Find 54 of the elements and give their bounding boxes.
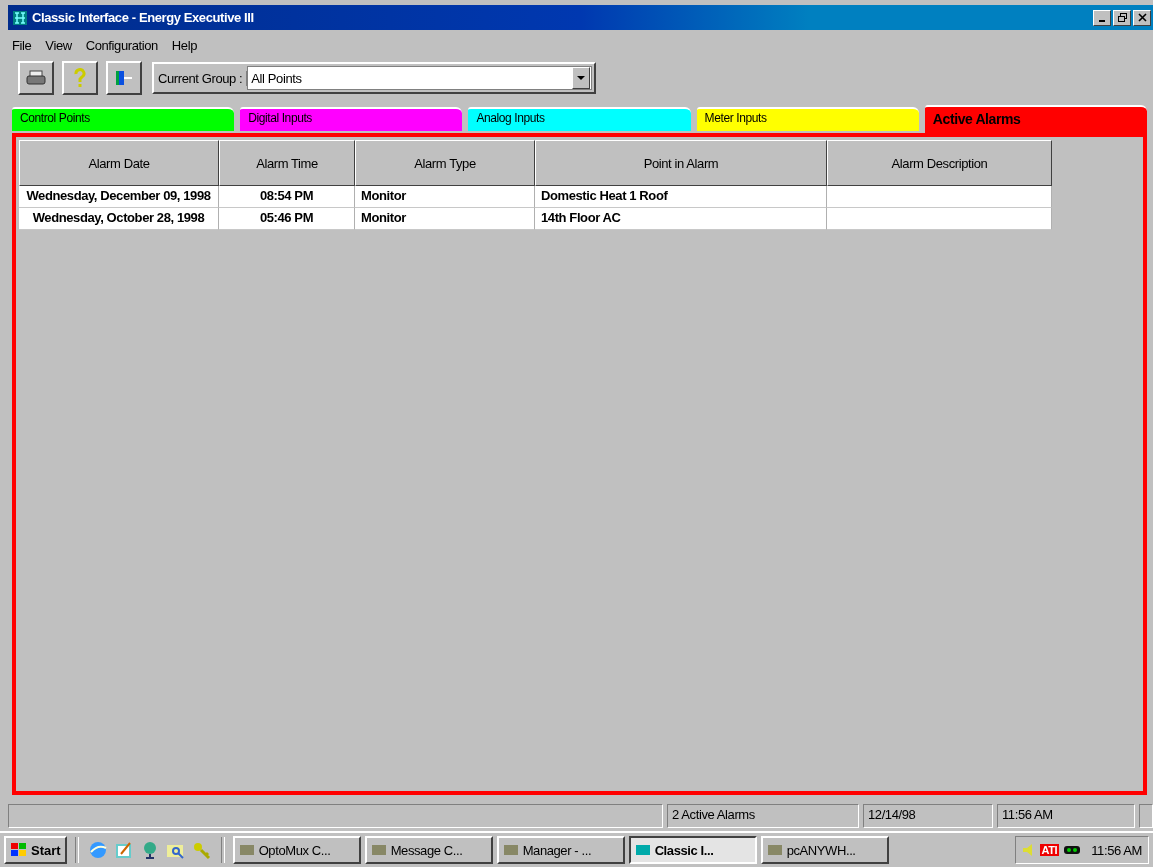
menu-item[interactable]: File xyxy=(12,38,32,53)
column-header[interactable]: Point in Alarm xyxy=(535,140,827,186)
tab[interactable]: Control Points xyxy=(12,107,235,131)
status-text: 2 Active Alarms xyxy=(667,804,859,828)
windows-flag-icon xyxy=(10,842,28,858)
taskbar-button[interactable]: Classic I... xyxy=(628,836,757,864)
tray-logo[interactable]: ATI xyxy=(1039,844,1060,856)
taskbar-button[interactable]: OptoMux C... xyxy=(232,836,361,864)
table-cell: 14th Floor AC xyxy=(535,208,827,230)
taskbar-button[interactable]: Manager - ... xyxy=(496,836,625,864)
app-icon xyxy=(12,9,28,26)
column-header[interactable]: Alarm Type xyxy=(355,140,535,186)
table-cell: Monitor xyxy=(355,208,535,230)
app-window-icon xyxy=(765,842,784,858)
tab[interactable]: Meter Inputs xyxy=(696,107,919,131)
close-button[interactable] xyxy=(1133,9,1151,26)
help-icon[interactable] xyxy=(62,61,98,95)
app-window-icon xyxy=(237,842,256,858)
tab[interactable]: Active Alarms xyxy=(924,105,1147,133)
status-text: 11:56 AM xyxy=(997,804,1135,828)
column-header[interactable]: Alarm Date xyxy=(19,140,219,186)
table-cell: Wednesday, December 09, 1998 xyxy=(19,186,219,208)
table-cell: 05:46 PM xyxy=(219,208,355,230)
minimize-icon xyxy=(1099,19,1105,22)
taskbar-button[interactable]: Message C... xyxy=(364,836,493,864)
restore-icon xyxy=(1117,13,1127,22)
minimize-button[interactable] xyxy=(1093,9,1111,26)
table-cell: Domestic Heat 1 Roof xyxy=(535,186,827,208)
app-window-icon xyxy=(501,842,520,858)
menu-item[interactable]: View xyxy=(45,38,72,53)
printer-icon[interactable] xyxy=(18,61,54,95)
status-text: 12/14/98 xyxy=(863,804,993,828)
window-title: Classic Interface - Energy Executive III xyxy=(32,10,255,25)
table-cell: 08:54 PM xyxy=(219,186,355,208)
restore-button[interactable] xyxy=(1113,9,1131,26)
app-window-icon xyxy=(369,842,388,858)
dropdown-arrow-icon xyxy=(577,75,586,81)
table-cell: Monitor xyxy=(355,186,535,208)
start-button[interactable]: Start xyxy=(4,836,67,864)
column-header[interactable]: Alarm Description xyxy=(827,140,1052,186)
status-pane xyxy=(1139,804,1153,828)
menu-item[interactable]: Configuration xyxy=(85,38,158,53)
tab[interactable]: Analog Inputs xyxy=(468,107,691,131)
table-cell: Wednesday, October 28, 1998 xyxy=(19,208,219,230)
exit-door-icon[interactable] xyxy=(106,61,142,95)
tab[interactable]: Digital Inputs xyxy=(240,107,463,131)
app-window-icon xyxy=(633,842,652,858)
close-icon xyxy=(1137,13,1147,22)
column-header[interactable]: Alarm Time xyxy=(219,140,355,186)
group-dropdown[interactable]: All Points xyxy=(247,66,593,90)
clock: 11:56 AM xyxy=(1091,842,1142,858)
menu-item[interactable]: Help xyxy=(171,38,197,53)
network-icon[interactable] xyxy=(1063,844,1082,856)
taskbar-button[interactable]: pcANYWH... xyxy=(760,836,889,864)
